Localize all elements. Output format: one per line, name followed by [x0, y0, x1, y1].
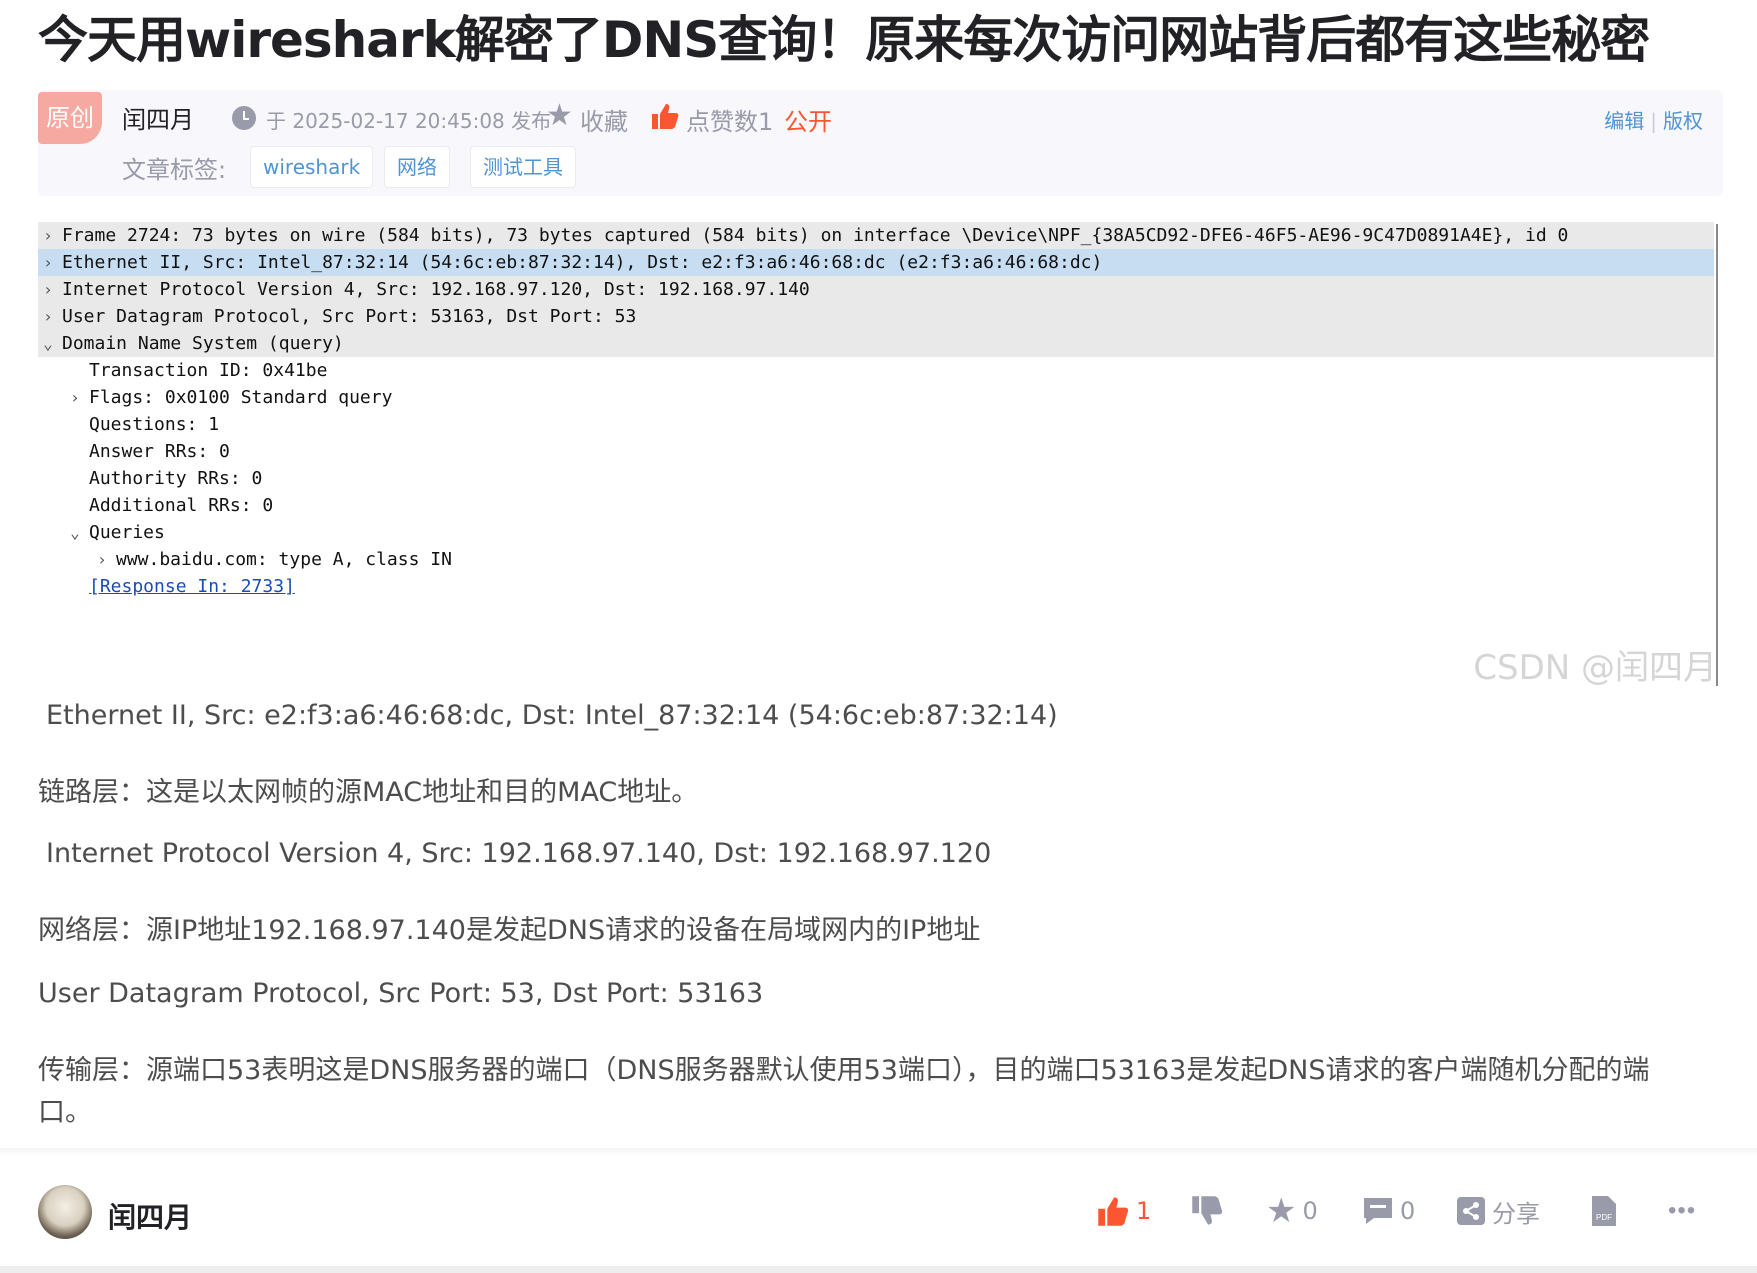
footer-collect-button[interactable]: ★ 0 — [1266, 1193, 1318, 1229]
tree-row-ipv4[interactable]: › Internet Protocol Version 4, Src: 192.… — [38, 276, 1714, 303]
collapse-arrow-icon[interactable]: ⌄ — [65, 519, 85, 546]
body-paragraph-link-layer: 链路层：这是以太网帧的源MAC地址和目的MAC地址。 — [38, 777, 699, 808]
tree-row-text: Authority RRs: 0 — [89, 468, 263, 489]
tree-row-text: Frame 2724: 73 bytes on wire (584 bits),… — [62, 225, 1569, 246]
author-link[interactable]: 闰四月 — [122, 100, 194, 135]
tree-row-dns[interactable]: ⌄ Domain Name System (query) — [38, 330, 1714, 357]
expand-arrow-icon[interactable]: › — [92, 546, 112, 573]
collect-count: 0 — [1302, 1197, 1318, 1225]
star-icon: ★ — [1266, 1192, 1297, 1230]
pdf-icon: PDF — [1592, 1196, 1616, 1226]
body-paragraph-ethernet: Ethernet II, Src: e2:f3:a6:46:68:dc, Dst… — [46, 700, 1058, 731]
thumbs-down-icon — [1192, 1196, 1223, 1225]
tree-row-text: Additional RRs: 0 — [89, 495, 274, 516]
publish-time: 于 2025-02-17 20:45:08 发布 — [266, 109, 552, 133]
tree-row-text: Flags: 0x0100 Standard query — [89, 387, 393, 408]
tag-test-tools[interactable]: 测试工具 — [470, 146, 576, 188]
tree-row-text: Internet Protocol Version 4, Src: 192.16… — [62, 279, 810, 300]
tree-row-text: Queries — [89, 522, 165, 543]
article-title: 今天用wireshark解密了DNS查询！原来每次访问网站背后都有这些秘密 — [38, 11, 1650, 69]
wireshark-packet-details: › Frame 2724: 73 bytes on wire (584 bits… — [38, 218, 1718, 688]
edit-links: 编辑 | 版权 — [1604, 105, 1703, 134]
response-in-link[interactable]: [Response In: 2733] — [89, 573, 295, 600]
tags-label: 文章标签: — [122, 156, 227, 184]
svg-text:PDF: PDF — [1596, 1213, 1612, 1222]
body-paragraph-transport-layer: 传输层：源端口53表明这是DNS服务器的端口（DNS服务器默认使用53端口），目… — [38, 1055, 1650, 1086]
tree-row-text: Questions: 1 — [89, 414, 220, 435]
footer-dislike-button[interactable] — [1190, 1193, 1224, 1229]
clock-icon — [232, 106, 256, 130]
share-label: 分享 — [1492, 1199, 1540, 1228]
comment-count: 0 — [1400, 1197, 1416, 1225]
copyright-link[interactable]: 版权 — [1663, 109, 1703, 133]
footer-like-button[interactable]: 1 — [1096, 1193, 1151, 1229]
comment-icon — [1364, 1198, 1392, 1224]
page-bottom-bar — [0, 1266, 1757, 1273]
expand-arrow-icon[interactable]: › — [38, 276, 58, 303]
footer-pdf-button[interactable]: PDF — [1590, 1193, 1618, 1229]
thumbs-up-icon[interactable] — [650, 102, 680, 130]
footer-divider — [0, 1148, 1757, 1156]
visibility-label: 公开 — [784, 108, 832, 136]
expand-arrow-icon[interactable]: › — [38, 249, 58, 276]
article-meta: 原创 闰四月 于 2025-02-17 20:45:08 发布 ★ 收藏 点赞数… — [38, 90, 1723, 196]
likes-count: 点赞数1 — [686, 108, 774, 136]
tree-row-text: User Datagram Protocol, Src Port: 53163,… — [62, 306, 637, 327]
footer-more-button[interactable]: ••• — [1668, 1193, 1696, 1229]
share-icon — [1457, 1197, 1485, 1225]
tag-wireshark[interactable]: wireshark — [250, 146, 374, 188]
body-paragraph-transport-layer-cont: 口。 — [38, 1097, 92, 1128]
expand-arrow-icon[interactable]: › — [38, 303, 58, 330]
body-paragraph-udp: User Datagram Protocol, Src Port: 53, Ds… — [38, 978, 764, 1009]
tree-row-text: Ethernet II, Src: Intel_87:32:14 (54:6c:… — [62, 252, 1103, 273]
csdn-watermark: CSDN @闰四月 — [1473, 648, 1717, 688]
edit-link[interactable]: 编辑 — [1604, 109, 1644, 133]
panel-border — [1716, 224, 1718, 686]
tree-row-udp[interactable]: › User Datagram Protocol, Src Port: 5316… — [38, 303, 1714, 330]
expand-arrow-icon[interactable]: › — [38, 222, 58, 249]
collapse-arrow-icon[interactable]: ⌄ — [38, 330, 58, 357]
separator: | — [1650, 109, 1657, 133]
thumbs-up-icon — [1098, 1197, 1129, 1226]
footer-author-name[interactable]: 闰四月 — [108, 1196, 192, 1236]
tree-row-text: Transaction ID: 0x41be — [89, 360, 328, 381]
tree-row-text: Domain Name System (query) — [62, 333, 344, 354]
star-icon[interactable]: ★ — [546, 98, 573, 133]
like-count: 1 — [1136, 1197, 1152, 1225]
body-paragraph-network-layer: 网络层：源IP地址192.168.97.140是发起DNS请求的设备在局域网内的… — [38, 915, 981, 946]
collect-button[interactable]: 收藏 — [580, 102, 628, 137]
tree-row-ethernet[interactable]: › Ethernet II, Src: Intel_87:32:14 (54:6… — [38, 249, 1714, 276]
body-paragraph-ipv4: Internet Protocol Version 4, Src: 192.16… — [46, 838, 992, 869]
footer-share-button[interactable]: 分享 — [1456, 1193, 1540, 1229]
tree-row-frame[interactable]: › Frame 2724: 73 bytes on wire (584 bits… — [38, 222, 1714, 249]
expand-arrow-icon[interactable]: › — [65, 384, 85, 411]
tag-network[interactable]: 网络 — [384, 146, 450, 188]
footer-comment-button[interactable]: 0 — [1362, 1193, 1415, 1229]
more-icon: ••• — [1668, 1197, 1697, 1224]
tree-row-text: Answer RRs: 0 — [89, 441, 230, 462]
original-badge: 原创 — [38, 92, 102, 144]
avatar[interactable] — [38, 1185, 92, 1239]
tree-row-text: www.baidu.com: type A, class IN — [116, 549, 452, 570]
